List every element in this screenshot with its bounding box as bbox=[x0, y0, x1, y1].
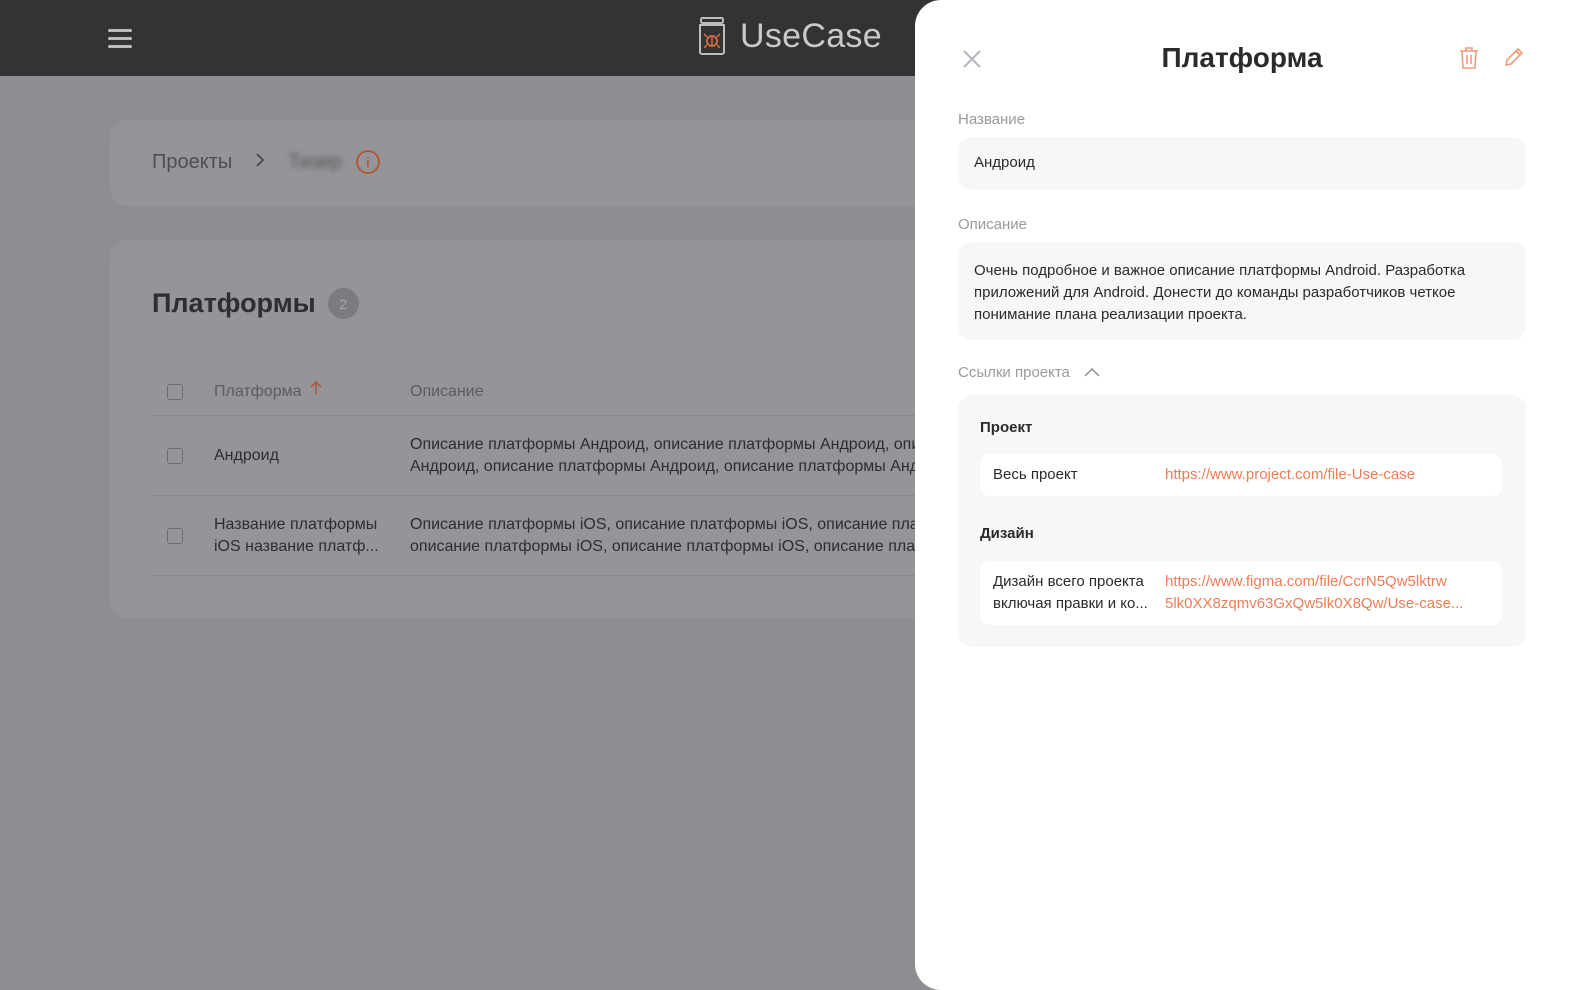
link-name-line: Дизайн всего проекта bbox=[993, 573, 1144, 590]
row-checkbox[interactable] bbox=[167, 527, 183, 544]
chevron-up-icon[interactable] bbox=[1084, 364, 1100, 381]
chevron-right-icon bbox=[254, 151, 266, 174]
link-group-title: Проект bbox=[980, 419, 1033, 436]
breadcrumb-current: Тизер bbox=[288, 150, 342, 173]
breadcrumb-card: Проекты Тизер i bbox=[110, 120, 970, 206]
platforms-table: Платформа Описание Андроид Описание плат… bbox=[152, 368, 970, 576]
link-url[interactable]: https://www.project.com/file-Use-case bbox=[1165, 464, 1427, 486]
row-checkbox[interactable] bbox=[167, 447, 183, 464]
brand-name: UseCase bbox=[740, 16, 882, 55]
name-label: Название bbox=[958, 111, 1026, 128]
description-line: приложений для Android. Донести до коман… bbox=[974, 284, 1456, 301]
description-field[interactable]: Очень подробное и важное описание платфо… bbox=[958, 242, 1526, 340]
row-description-line: Описание платформы iOS, описание платфор… bbox=[410, 515, 948, 533]
column-header-platform-label: Платформа bbox=[214, 382, 302, 400]
app-logo[interactable]: UseCase bbox=[696, 16, 882, 56]
link-item: Дизайн всего проекта включая правки и ко… bbox=[980, 561, 1502, 625]
link-url-line: https://www.figma.com/file/CcrN5Qw5lktrw bbox=[1165, 573, 1447, 590]
description-line: понимание плана реализации проекта. bbox=[974, 306, 1247, 323]
link-name: Весь проект bbox=[993, 466, 1078, 483]
arrow-up-icon[interactable] bbox=[310, 380, 322, 403]
link-name: Дизайн всего проекта включая правки и ко… bbox=[980, 571, 1165, 615]
link-name-line: включая правки и ко... bbox=[993, 595, 1148, 612]
hamburger-icon[interactable] bbox=[108, 24, 136, 52]
link-url[interactable]: https://www.figma.com/file/CcrN5Qw5lktrw… bbox=[1165, 571, 1475, 615]
page-title-text: Платформы bbox=[152, 288, 316, 318]
select-all-checkbox[interactable] bbox=[167, 383, 183, 400]
row-name-line: iOS название платф... bbox=[214, 537, 379, 555]
column-header-platform[interactable]: Платформа bbox=[214, 380, 410, 403]
table-row[interactable]: Андроид Описание платформы Андроид, опис… bbox=[152, 416, 970, 496]
link-item: Весь проект https://www.project.com/file… bbox=[980, 454, 1502, 496]
table-header: Платформа Описание bbox=[152, 368, 970, 416]
table-row[interactable]: Название платформы iOS название платф...… bbox=[152, 496, 970, 576]
row-name: Название платформы iOS название платф... bbox=[214, 514, 410, 558]
breadcrumb-root[interactable]: Проекты bbox=[152, 151, 232, 174]
column-header-description[interactable]: Описание bbox=[410, 381, 970, 403]
description-label: Описание bbox=[958, 216, 1028, 233]
row-description-line: Андроид, описание платформы Андроид, опи… bbox=[410, 457, 933, 475]
project-links-label: Ссылки проекта bbox=[958, 364, 1070, 381]
jar-bug-icon bbox=[699, 17, 725, 55]
info-icon[interactable]: i bbox=[355, 150, 380, 174]
platform-detail-panel: Платформа Название Андроид Описание Очен… bbox=[915, 0, 1586, 990]
row-description: Описание платформы Андроид, описание пла… bbox=[410, 434, 970, 478]
row-description-line: описание платформы iOS, описание платфор… bbox=[410, 537, 945, 555]
description-line: Очень подробное и важное описание платфо… bbox=[974, 262, 1466, 279]
page-title: Платформы 2 bbox=[152, 288, 359, 319]
trash-icon[interactable] bbox=[1459, 46, 1483, 72]
breadcrumb: Проекты Тизер i bbox=[152, 150, 380, 174]
project-links-section: Проект Весь проект https://www.project.c… bbox=[958, 395, 1526, 647]
name-field[interactable]: Андроид bbox=[958, 137, 1526, 190]
row-description-line: Описание платформы Андроид, описание пла… bbox=[410, 435, 938, 453]
row-name: Андроид bbox=[214, 446, 279, 464]
link-url-line: 5lk0XX8zqmv63GxQw5lk0X8Qw/Use-case... bbox=[1165, 595, 1464, 612]
row-description: Описание платформы iOS, описание платфор… bbox=[410, 514, 970, 558]
pencil-icon[interactable] bbox=[1503, 46, 1527, 72]
platforms-card: Платформы 2 Платформа Описание Андроид О… bbox=[110, 240, 970, 618]
project-links-toggle[interactable]: Ссылки проекта bbox=[958, 364, 1100, 381]
count-badge: 2 bbox=[327, 288, 359, 319]
link-group-title: Дизайн bbox=[980, 525, 1034, 542]
row-name-line: Название платформы bbox=[214, 515, 378, 533]
